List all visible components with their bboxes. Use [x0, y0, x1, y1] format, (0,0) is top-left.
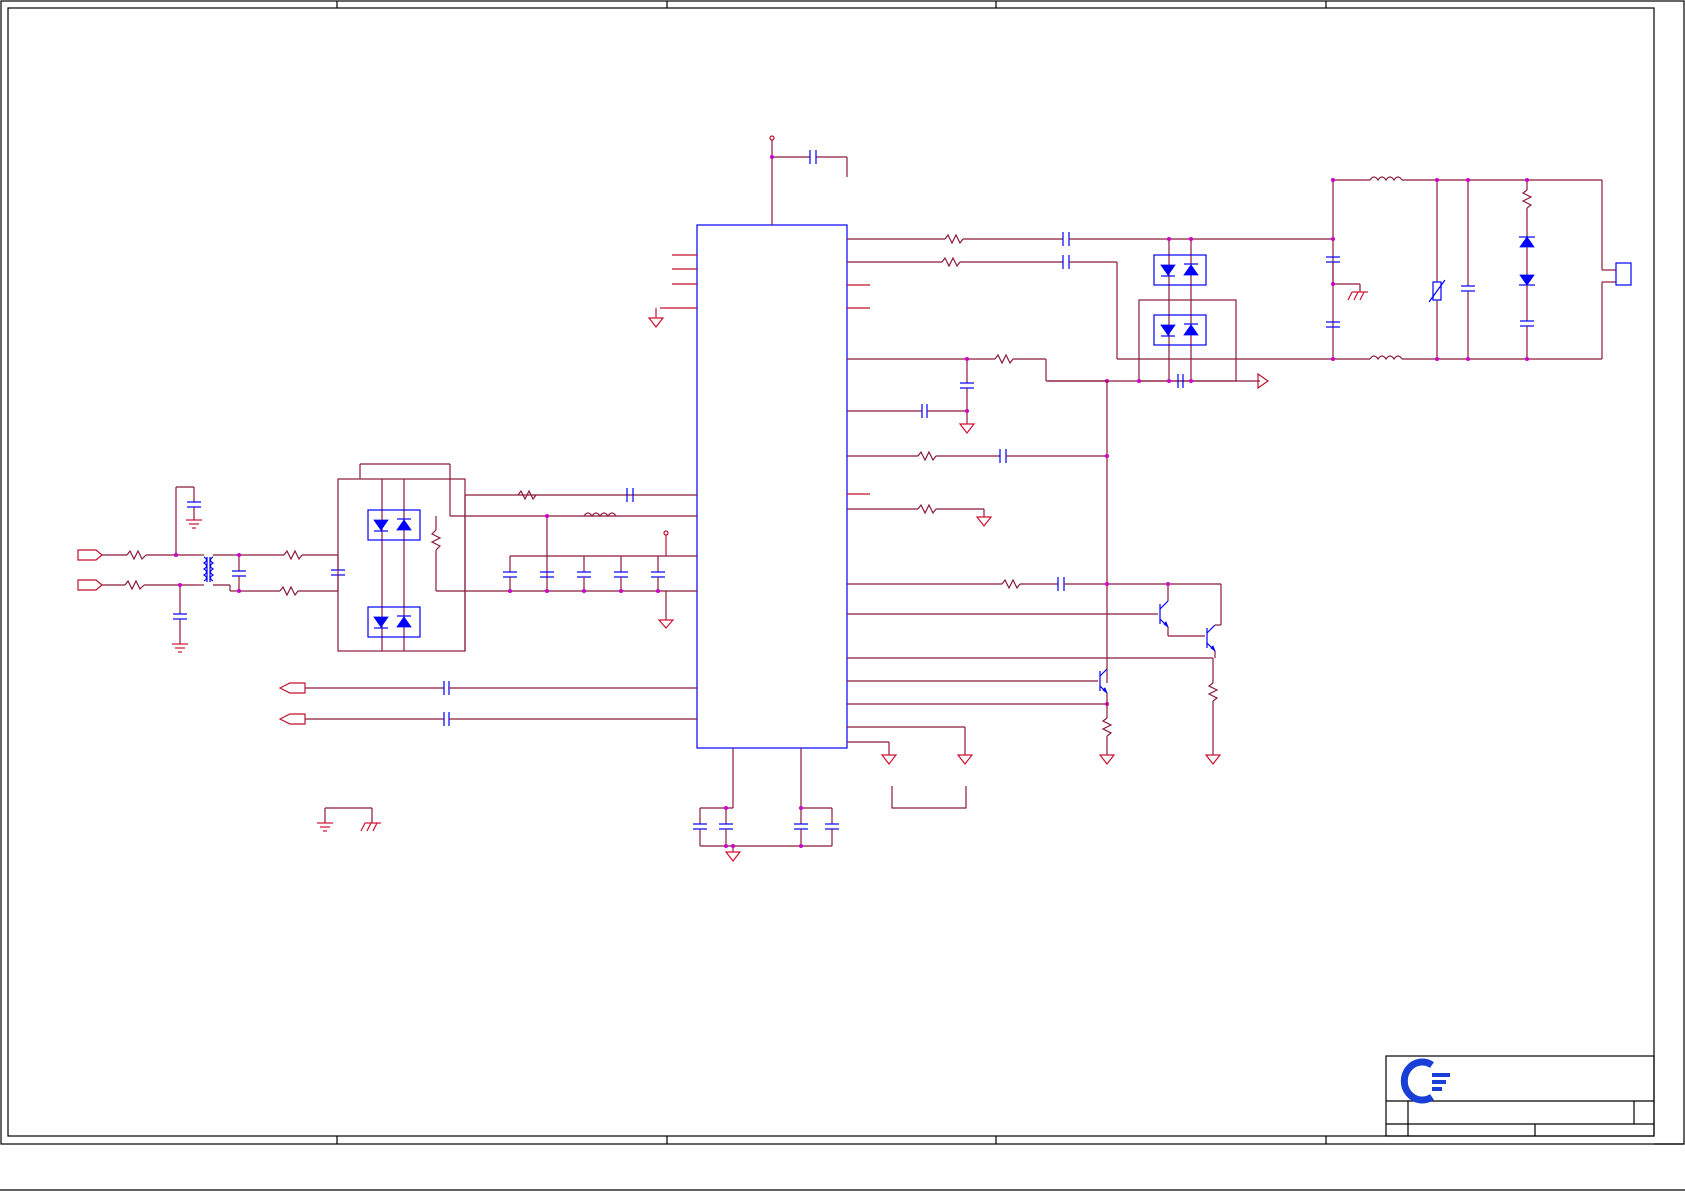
- drawing-frame: [0, 0, 1685, 1191]
- optocoupler-right-block: [1048, 237, 1270, 390]
- input-port-n[interactable]: [77, 579, 103, 591]
- emitter-resistors: [1098, 682, 1222, 765]
- ic-u1: [660, 224, 870, 749]
- input-port-p[interactable]: [77, 549, 103, 561]
- input-network: [102, 486, 202, 653]
- port-bottom-2[interactable]: [278, 713, 306, 725]
- tx-line-top: [847, 232, 1333, 246]
- filter-cap-bank: [503, 514, 697, 629]
- optocoupler-u4: [1153, 254, 1207, 286]
- transistor-q2: [1206, 624, 1221, 658]
- feedback-network: [847, 353, 1107, 434]
- optocoupler-u3: [367, 606, 421, 638]
- optocoupler-u2: [367, 509, 421, 541]
- ground-symbols-legend: [317, 807, 381, 832]
- transistor-q3: [1099, 668, 1108, 704]
- title-block: [1385, 1055, 1655, 1137]
- output-connector-j1[interactable]: [1615, 262, 1632, 286]
- tx-line-bottom: [847, 255, 1333, 360]
- port-bottom-1[interactable]: [278, 682, 306, 694]
- schematic-sheet: [0, 0, 1685, 1191]
- transformer-t1: [196, 554, 230, 586]
- ic-bottom-decoupling: [693, 748, 839, 862]
- ic-gnd-left: [647, 308, 665, 328]
- transistor-q1: [1159, 600, 1205, 637]
- rc-network-mid: [847, 381, 1109, 683]
- output-filter: [1326, 176, 1616, 361]
- company-logo-icon: [1400, 1058, 1450, 1104]
- secondary-network: [229, 549, 345, 597]
- transistor-driver-network: [847, 577, 1222, 706]
- vcc-supply-top: [769, 135, 848, 225]
- signal-rc-top: [517, 488, 634, 518]
- optocoupler-left-block: [337, 463, 697, 652]
- ic-right-bottom-grounds: [847, 726, 974, 809]
- optocoupler-u5: [1153, 314, 1207, 346]
- port-coupling: [305, 681, 697, 726]
